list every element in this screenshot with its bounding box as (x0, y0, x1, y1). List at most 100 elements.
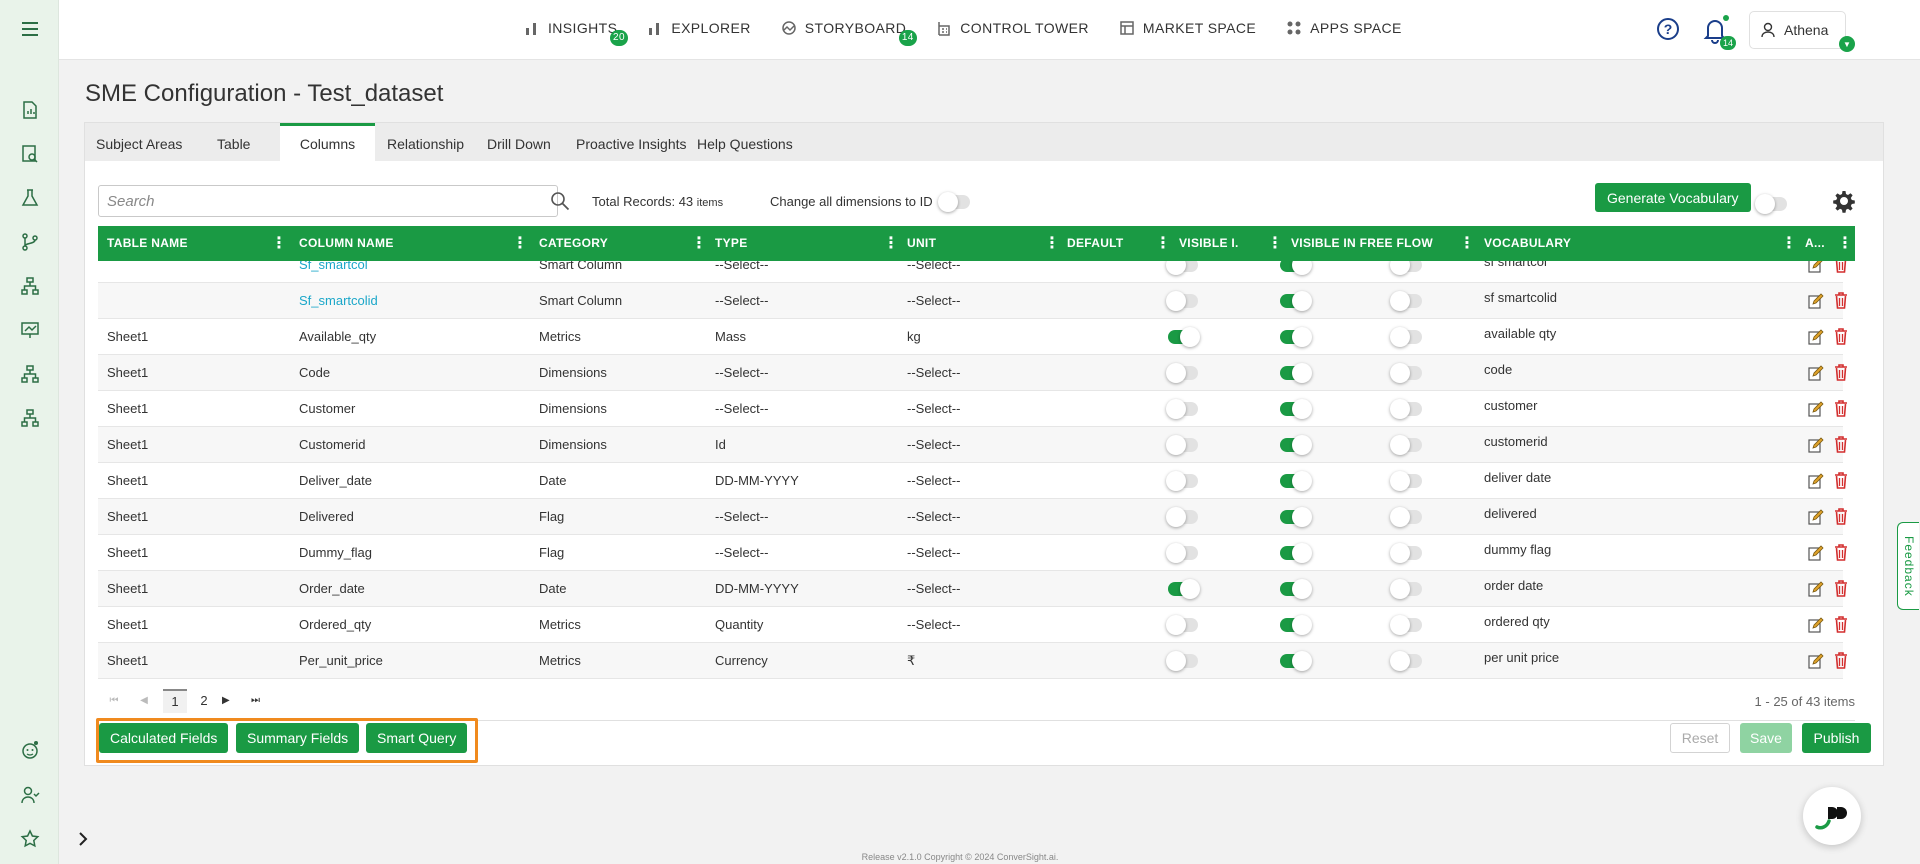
edit-icon[interactable] (1808, 261, 1824, 273)
page-2[interactable]: 2 (192, 689, 216, 713)
tab-relationship[interactable]: Relationship (387, 123, 464, 161)
cell-category[interactable]: Metrics (539, 607, 581, 643)
edit-icon[interactable] (1808, 329, 1824, 345)
flask-icon[interactable] (17, 185, 43, 211)
nav-explorer[interactable]: EXPLORER (647, 18, 750, 38)
user-group-icon[interactable] (17, 782, 43, 808)
branch-icon[interactable] (17, 229, 43, 255)
cell-vocabulary[interactable]: customer (1484, 391, 1537, 427)
tab-help-questions[interactable]: Help Questions (697, 123, 793, 161)
generate-vocabulary-button[interactable]: Generate Vocabulary (1595, 183, 1751, 212)
tab-subject-areas[interactable]: Subject Areas (96, 123, 182, 161)
cell-type[interactable]: DD-MM-YYYY (715, 571, 799, 607)
delete-icon[interactable] (1834, 328, 1848, 345)
cell-vocabulary[interactable]: ordered qty (1484, 607, 1550, 643)
default-toggle[interactable] (1166, 543, 1198, 563)
star-icon[interactable] (17, 826, 43, 852)
cell-category[interactable]: Dimensions (539, 427, 607, 463)
free-flow-toggle[interactable] (1390, 399, 1422, 419)
col-header-table-name[interactable]: TABLE NAME (107, 226, 188, 261)
visible-toggle[interactable] (1280, 579, 1312, 599)
cell-column-name[interactable]: Sf_smartcolid (299, 283, 378, 319)
search-input[interactable] (98, 185, 558, 217)
free-flow-toggle[interactable] (1390, 363, 1422, 383)
nav-market-space[interactable]: MARKET SPACE (1119, 18, 1256, 38)
col-header-default[interactable]: DEFAULT (1067, 226, 1124, 261)
cell-type[interactable]: --Select-- (715, 261, 768, 283)
user-menu[interactable]: Athena (1749, 11, 1846, 49)
default-toggle[interactable] (1166, 435, 1198, 455)
default-toggle[interactable] (1166, 399, 1198, 419)
cell-type[interactable]: Currency (715, 643, 768, 679)
cell-type[interactable]: --Select-- (715, 355, 768, 391)
nav-storyboard[interactable]: STORYBOARD 14 (781, 18, 917, 46)
cell-unit[interactable]: --Select-- (907, 391, 960, 427)
cell-type[interactable]: Mass (715, 319, 746, 355)
default-toggle[interactable] (1166, 363, 1198, 383)
col-header-column-name[interactable]: COLUMN NAME (299, 226, 394, 261)
delete-icon[interactable] (1834, 580, 1848, 597)
visible-toggle[interactable] (1280, 261, 1312, 275)
cell-unit[interactable]: ₹ (907, 643, 915, 679)
sitemap-icon[interactable] (17, 361, 43, 387)
feedback-tab[interactable]: Feedback (1897, 522, 1919, 610)
cell-category[interactable]: Metrics (539, 643, 581, 679)
calculated-fields-button[interactable]: Calculated Fields (99, 723, 229, 753)
edit-icon[interactable] (1808, 437, 1824, 453)
edit-icon[interactable] (1808, 401, 1824, 417)
cell-unit[interactable]: --Select-- (907, 463, 960, 499)
free-flow-toggle[interactable] (1390, 615, 1422, 635)
save-button[interactable]: Save (1740, 723, 1792, 753)
cell-type[interactable]: --Select-- (715, 499, 768, 535)
cell-type[interactable]: Quantity (715, 607, 763, 643)
cell-vocabulary[interactable]: delivered (1484, 499, 1537, 535)
cell-type[interactable]: DD-MM-YYYY (715, 463, 799, 499)
col-header-visible-free-flow[interactable]: VISIBLE IN FREE FLOW (1291, 226, 1433, 261)
delete-icon[interactable] (1834, 652, 1848, 669)
prev-page-icon[interactable]: ◀ (132, 689, 156, 713)
delete-icon[interactable] (1834, 616, 1848, 633)
cell-column-name[interactable]: Sf_smartcol (299, 261, 368, 283)
free-flow-toggle[interactable] (1390, 435, 1422, 455)
tab-proactive-insights[interactable]: Proactive Insights (576, 123, 687, 161)
column-menu-icon[interactable]: ⋮ (1155, 226, 1171, 261)
delete-icon[interactable] (1834, 472, 1848, 489)
col-header-vocabulary[interactable]: VOCABULARY (1484, 226, 1571, 261)
column-menu-icon[interactable]: ⋮ (691, 226, 707, 261)
nav-insights[interactable]: INSIGHTS 20 (524, 18, 628, 46)
tab-table[interactable]: Table (217, 123, 250, 161)
default-toggle[interactable] (1168, 327, 1200, 347)
change-dims-toggle[interactable] (938, 192, 970, 212)
default-toggle[interactable] (1166, 471, 1198, 491)
cell-unit[interactable]: --Select-- (907, 355, 960, 391)
summary-fields-button[interactable]: Summary Fields (236, 723, 360, 753)
visible-toggle[interactable] (1280, 363, 1312, 383)
delete-icon[interactable] (1834, 364, 1848, 381)
visible-toggle[interactable] (1280, 327, 1312, 347)
delete-icon[interactable] (1834, 508, 1848, 525)
edit-icon[interactable] (1808, 581, 1824, 597)
free-flow-toggle[interactable] (1390, 543, 1422, 563)
visible-toggle[interactable] (1280, 651, 1312, 671)
nav-control-tower[interactable]: CONTROL TOWER (936, 18, 1089, 38)
cell-category[interactable]: Metrics (539, 319, 581, 355)
default-toggle[interactable] (1166, 615, 1198, 635)
delete-icon[interactable] (1834, 544, 1848, 561)
default-toggle[interactable] (1168, 579, 1200, 599)
cell-vocabulary[interactable]: available qty (1484, 319, 1556, 355)
smart-query-button[interactable]: Smart Query (366, 723, 468, 753)
visible-toggle[interactable] (1280, 399, 1312, 419)
chatbot-launcher[interactable] (1803, 787, 1861, 845)
visible-toggle[interactable] (1280, 435, 1312, 455)
bot-face-icon[interactable] (17, 737, 43, 763)
col-header-actions[interactable]: A... (1805, 226, 1825, 261)
delete-icon[interactable] (1834, 436, 1848, 453)
visible-toggle[interactable] (1280, 615, 1312, 635)
col-header-type[interactable]: TYPE (715, 226, 748, 261)
next-page-icon[interactable]: ▶ (222, 689, 246, 713)
edit-icon[interactable] (1808, 473, 1824, 489)
free-flow-toggle[interactable] (1390, 651, 1422, 671)
column-menu-icon[interactable]: ⋮ (883, 226, 899, 261)
cell-unit[interactable]: --Select-- (907, 607, 960, 643)
cell-type[interactable]: Id (715, 427, 726, 463)
